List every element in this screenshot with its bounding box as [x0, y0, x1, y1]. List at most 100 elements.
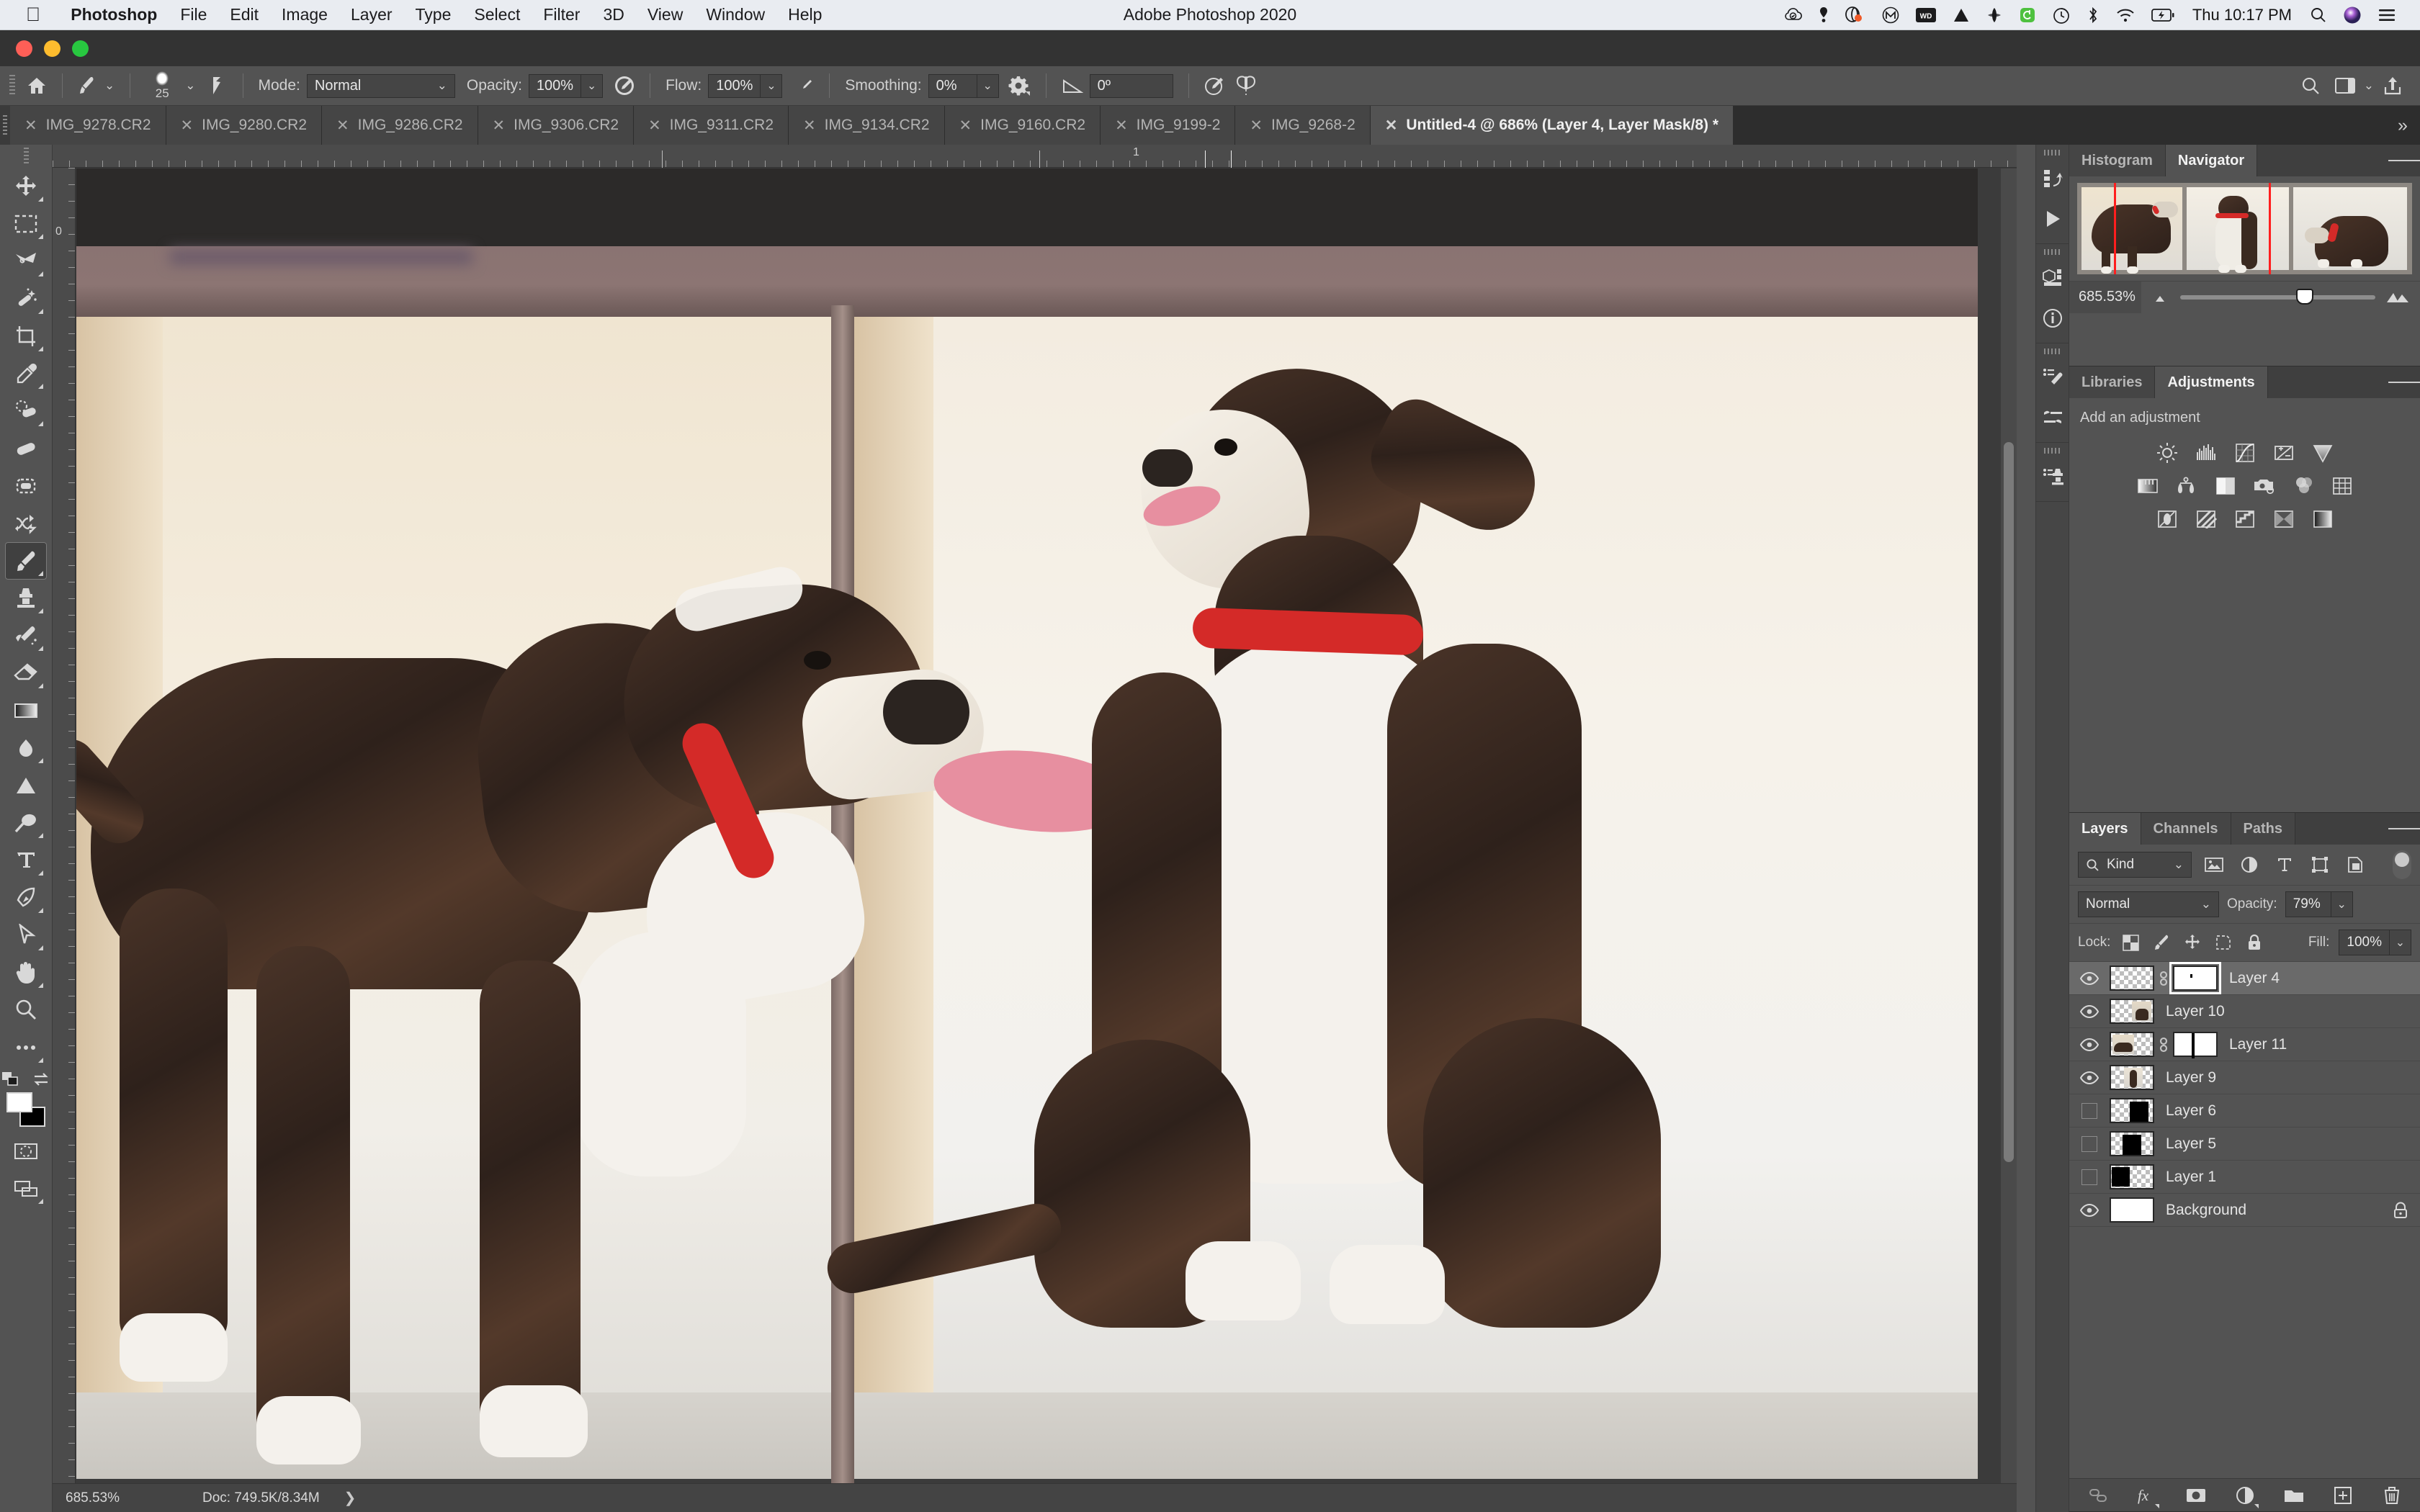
close-icon[interactable]: ✕: [803, 117, 816, 135]
layer-blend-mode-select[interactable]: Normal ⌄: [2078, 891, 2219, 917]
tab-bar-grip[interactable]: [0, 106, 10, 145]
default-colors-icon[interactable]: [1, 1071, 20, 1088]
malwarebytes-icon[interactable]: [1874, 0, 1907, 30]
table-row[interactable]: Layer 9: [2069, 1061, 2420, 1094]
symmetry-butterfly-icon[interactable]: [1230, 70, 1262, 102]
menu-item-photoshop[interactable]: Photoshop: [59, 5, 169, 24]
delete-layer-icon[interactable]: [2380, 1483, 2404, 1508]
play-icon[interactable]: [2035, 199, 2069, 239]
panel-menu-icon[interactable]: [2388, 366, 2420, 398]
close-icon[interactable]: ✕: [493, 117, 506, 135]
filter-smartobject-icon[interactable]: [2342, 852, 2368, 878]
chevron-down-icon[interactable]: ⌄: [104, 78, 115, 93]
workspace-icon[interactable]: [2329, 70, 2361, 102]
menu-item-help[interactable]: Help: [776, 5, 833, 24]
channel-mixer-icon[interactable]: [2290, 472, 2317, 500]
hand-tool[interactable]: [5, 954, 47, 991]
tab-libraries[interactable]: Libraries: [2069, 366, 2155, 398]
options-bar-grip[interactable]: [9, 75, 15, 96]
layer-visibility-toggle[interactable]: [2069, 1004, 2110, 1019]
menu-bar-clock[interactable]: Thu 10:17 PM: [2182, 6, 2302, 24]
chevron-down-icon[interactable]: ⌄: [2364, 78, 2374, 93]
history-brush-tool[interactable]: [5, 617, 47, 654]
layer-mask-link-icon[interactable]: [2154, 1035, 2173, 1054]
filter-shape-icon[interactable]: [2307, 852, 2333, 878]
zoom-out-small-mountain-icon[interactable]: [2151, 292, 2170, 303]
layer-name[interactable]: Layer 10: [2154, 1003, 2225, 1020]
chevron-down-icon[interactable]: ⌄: [977, 75, 998, 97]
type-tool[interactable]: [5, 842, 47, 879]
blur-tool[interactable]: [5, 729, 47, 767]
navigator-thumbnail[interactable]: [2077, 183, 2412, 274]
levels-icon[interactable]: [2192, 439, 2220, 467]
opacity-input[interactable]: 100% ⌄: [529, 74, 603, 98]
layer-visibility-toggle[interactable]: [2069, 1169, 2110, 1185]
3d-icon[interactable]: [2035, 258, 2069, 298]
rail-grip[interactable]: [2044, 249, 2061, 255]
healing-brush-tool[interactable]: [5, 430, 47, 467]
layer-name[interactable]: Layer 5: [2154, 1135, 2216, 1153]
selective-color-icon[interactable]: [2270, 505, 2298, 533]
filter-type-icon[interactable]: [2272, 852, 2298, 878]
canvas-area[interactable]: 1 0: [53, 145, 2017, 1512]
table-row[interactable]: Layer 10: [2069, 995, 2420, 1028]
chevron-down-icon[interactable]: ⌄: [581, 75, 602, 97]
document-tab-untitled-4[interactable]: ✕ Untitled-4 @ 686% (Layer 4, Layer Mask…: [1371, 106, 1734, 145]
hue-saturation-icon[interactable]: [2134, 472, 2161, 500]
document-canvas[interactable]: [76, 168, 2017, 1512]
filter-adjustment-icon[interactable]: [2236, 852, 2262, 878]
swap-colors-icon[interactable]: [32, 1071, 50, 1088]
brush-presets-icon[interactable]: [2035, 357, 2069, 397]
close-icon[interactable]: ✕: [959, 117, 972, 135]
crop-tool[interactable]: [5, 318, 47, 355]
slider-knob[interactable]: [2296, 289, 2313, 305]
tab-paths[interactable]: Paths: [2231, 813, 2295, 845]
home-icon[interactable]: [21, 70, 53, 102]
color-swatches[interactable]: [5, 1091, 47, 1133]
posterize-icon[interactable]: [2192, 505, 2220, 533]
rail-grip[interactable]: [2044, 150, 2061, 156]
document-tab-img-9280[interactable]: ✕ IMG_9280.CR2: [166, 106, 323, 145]
layer-name[interactable]: Layer 9: [2154, 1069, 2216, 1086]
menu-item-file[interactable]: File: [169, 5, 218, 24]
apple-logo-icon[interactable]: : [26, 5, 40, 24]
layer-fill-input[interactable]: 100% ⌄: [2339, 930, 2411, 955]
layer-filter-kind-select[interactable]: Kind ⌄: [2078, 852, 2192, 878]
chevron-down-icon[interactable]: ⌄: [2331, 892, 2352, 917]
document-tab-img-9268-2[interactable]: ✕ IMG_9268-2: [1235, 106, 1370, 145]
new-layer-icon[interactable]: [2331, 1483, 2355, 1508]
siri-icon[interactable]: [2335, 0, 2370, 30]
layer-thumbnail[interactable]: [2110, 1131, 2154, 1156]
visibility-off-box[interactable]: [2081, 1136, 2097, 1152]
exposure-icon[interactable]: [2270, 439, 2298, 467]
clone-stamp-tool[interactable]: [5, 580, 47, 617]
layer-thumbnail[interactable]: [2110, 1065, 2154, 1090]
layer-visibility-toggle[interactable]: [2069, 1136, 2110, 1152]
history-icon[interactable]: [2035, 158, 2069, 199]
brush-angle-icon[interactable]: [1062, 76, 1083, 95]
blend-mode-select[interactable]: Normal ⌄: [307, 74, 455, 98]
minimize-window-button[interactable]: [44, 40, 60, 57]
visibility-off-box[interactable]: [2081, 1169, 2097, 1185]
document-tab-img-9160[interactable]: ✕ IMG_9160.CR2: [945, 106, 1101, 145]
close-icon[interactable]: ✕: [24, 117, 37, 135]
layer-thumbnail[interactable]: [2110, 999, 2154, 1024]
wd-drive-icon[interactable]: WD: [1907, 0, 1945, 30]
layer-name[interactable]: Layer 11: [2218, 1036, 2287, 1053]
foreground-color-swatch[interactable]: [6, 1092, 32, 1112]
vibrance-icon[interactable]: [2309, 439, 2336, 467]
menu-item-edit[interactable]: Edit: [218, 5, 270, 24]
tab-channels[interactable]: Channels: [2141, 813, 2231, 845]
layer-thumbnail[interactable]: [2110, 1164, 2154, 1189]
battery-charging-icon[interactable]: [2143, 0, 2182, 30]
burn-tool[interactable]: [5, 804, 47, 842]
rail-grip[interactable]: [2044, 348, 2061, 354]
gradient-tool[interactable]: [5, 692, 47, 729]
menu-item-window[interactable]: Window: [694, 5, 776, 24]
tab-adjustments[interactable]: Adjustments: [2155, 366, 2267, 398]
document-tab-img-9134[interactable]: ✕ IMG_9134.CR2: [789, 106, 945, 145]
link-layers-icon[interactable]: [2086, 1483, 2110, 1508]
rail-grip[interactable]: [2044, 448, 2061, 454]
layer-list[interactable]: Layer 4 Layer 10: [2069, 962, 2420, 1478]
navigator-view-box[interactable]: [2114, 183, 2271, 274]
